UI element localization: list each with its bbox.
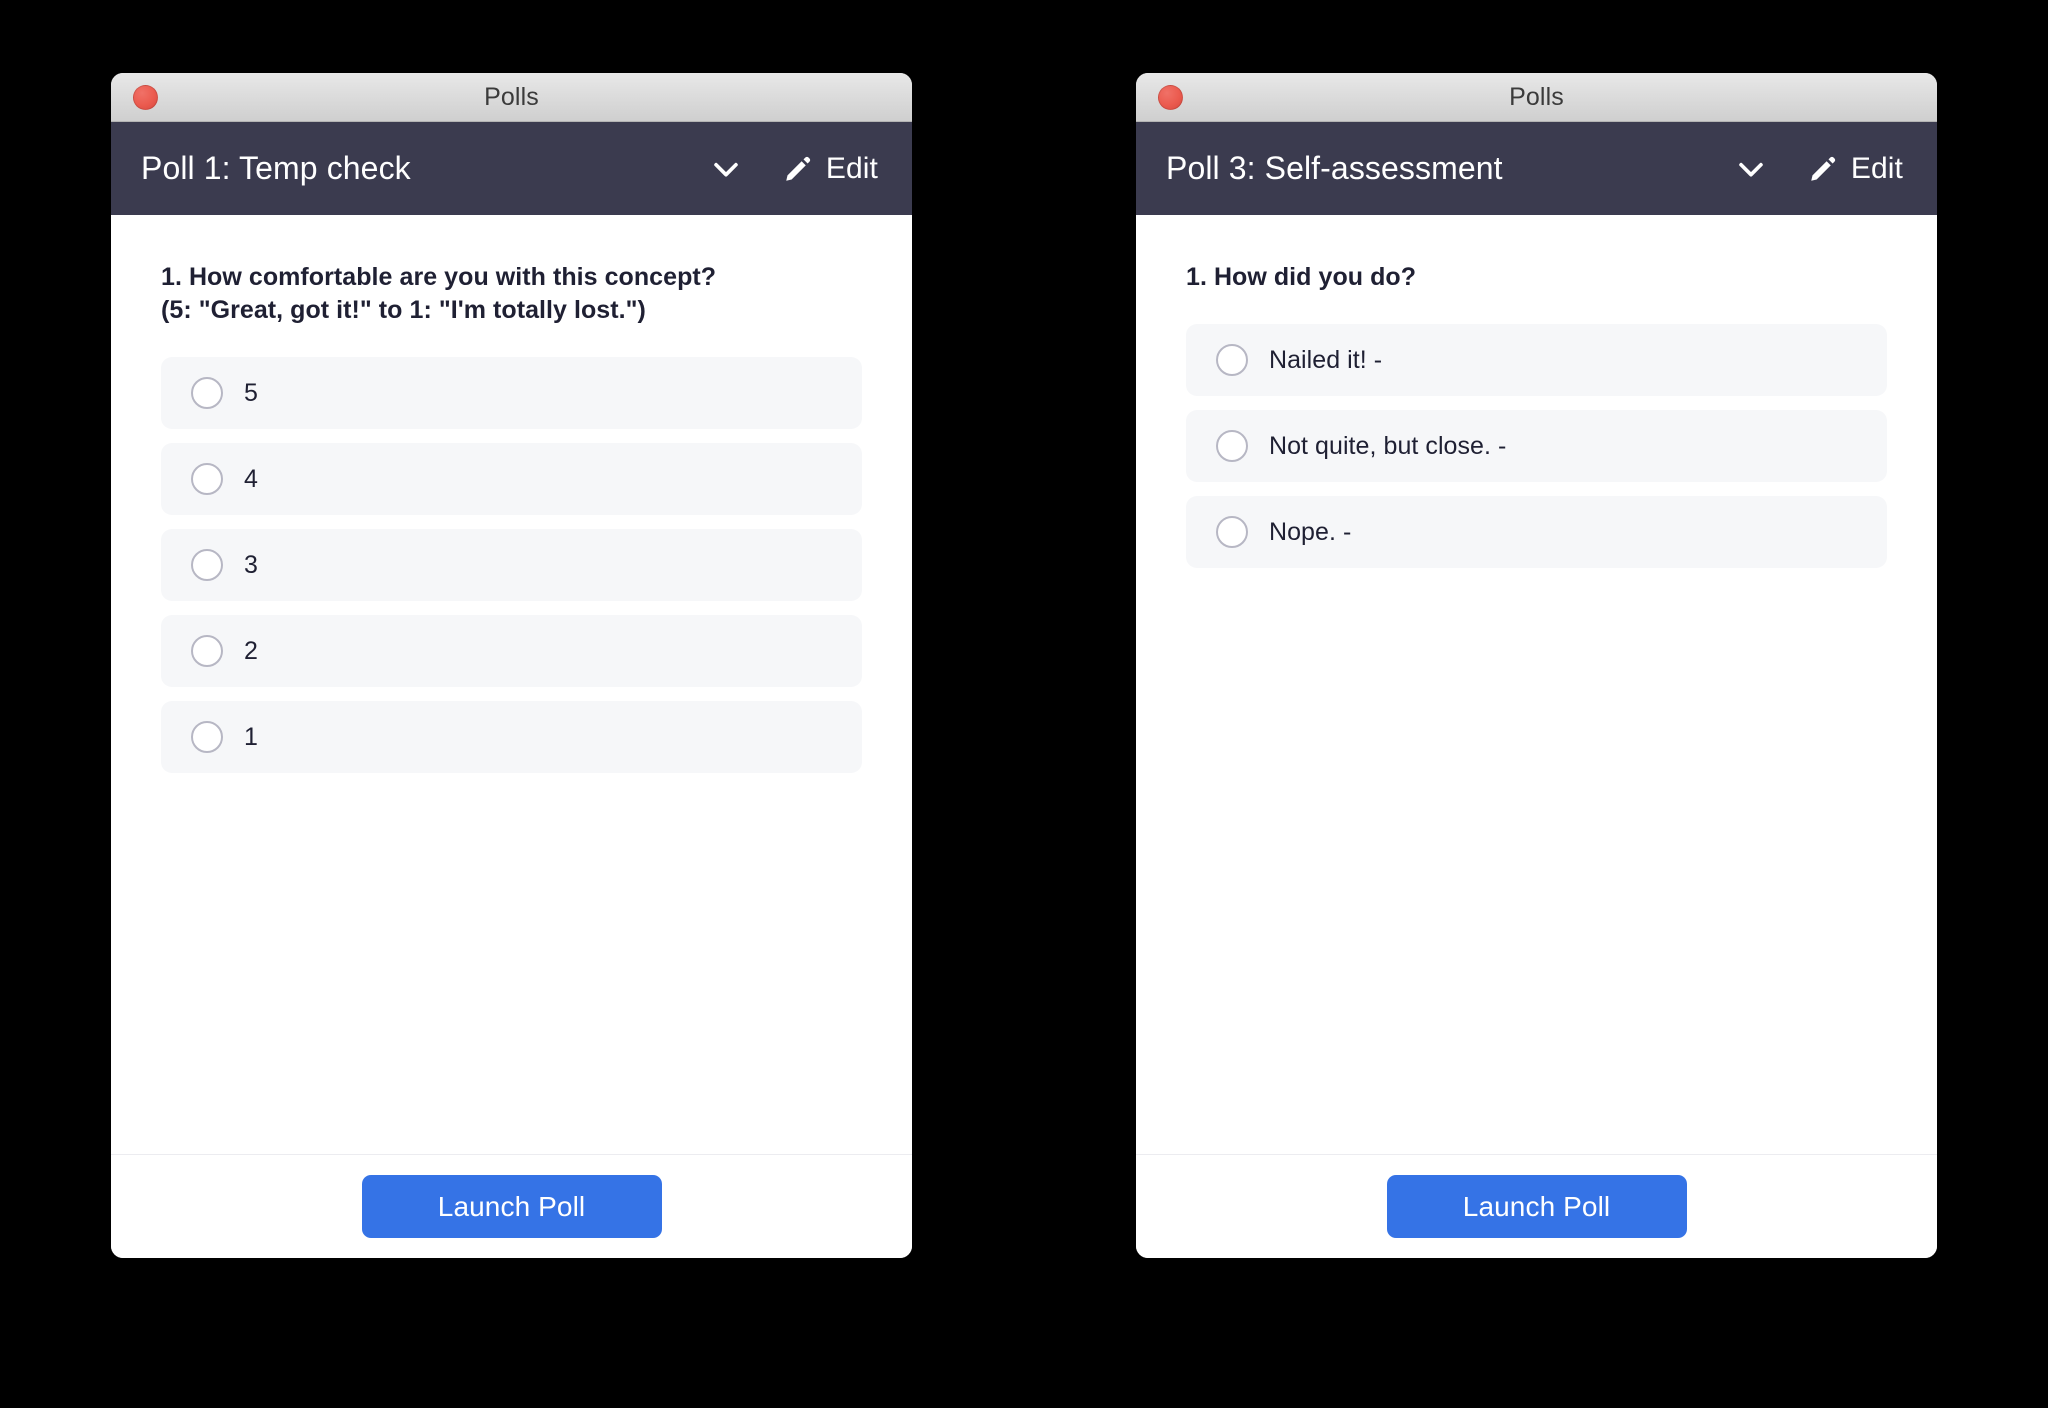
poll-option-label: 4	[244, 464, 258, 493]
poll-option-label: 5	[244, 378, 258, 407]
window-title: Polls	[484, 82, 539, 111]
poll-option-row[interactable]: Not quite, but close. -	[1186, 410, 1887, 482]
poll-option-row[interactable]: 3	[161, 529, 862, 601]
radio-button-icon[interactable]	[191, 635, 223, 667]
poll-option-label: 1	[244, 722, 258, 751]
poll-window-2: Polls Poll 3: Self-assessment Edit 1. Ho…	[1136, 73, 1937, 1258]
radio-button-icon[interactable]	[1216, 344, 1248, 376]
poll-selector-dropdown-button[interactable]	[695, 138, 757, 200]
radio-button-icon[interactable]	[191, 377, 223, 409]
edit-poll-button[interactable]: Edit	[1782, 122, 1937, 215]
pencil-icon	[1808, 154, 1838, 184]
poll-option-label: 3	[244, 550, 258, 579]
radio-button-icon[interactable]	[191, 721, 223, 753]
poll-options-list: 5 4 3 2 1	[161, 357, 862, 773]
radio-button-icon[interactable]	[191, 463, 223, 495]
edit-button-label: Edit	[1850, 151, 1903, 185]
poll-option-label: Not quite, but close. -	[1269, 431, 1507, 460]
poll-selector-dropdown-button[interactable]	[1720, 138, 1782, 200]
radio-button-icon[interactable]	[1216, 430, 1248, 462]
window-titlebar[interactable]: Polls	[111, 73, 912, 122]
poll-footer: Launch Poll	[111, 1154, 912, 1258]
poll-option-row[interactable]: Nailed it! -	[1186, 324, 1887, 396]
poll-window-1: Polls Poll 1: Temp check Edit 1. How com…	[111, 73, 912, 1258]
poll-option-label: 2	[244, 636, 258, 665]
poll-body: 1. How comfortable are you with this con…	[111, 215, 912, 1154]
poll-option-label: Nope. -	[1269, 517, 1352, 546]
window-titlebar[interactable]: Polls	[1136, 73, 1937, 122]
poll-title: Poll 1: Temp check	[141, 150, 411, 186]
close-traffic-light-icon[interactable]	[1158, 84, 1183, 110]
poll-option-row[interactable]: 5	[161, 357, 862, 429]
chevron-down-icon	[709, 152, 743, 186]
poll-question-text: 1. How did you do?	[1186, 263, 1417, 291]
pencil-icon	[783, 154, 813, 184]
desktop-background: Polls Poll 1: Temp check Edit 1. How com…	[0, 0, 2048, 1408]
poll-options-list: Nailed it! - Not quite, but close. - Nop…	[1186, 324, 1887, 568]
radio-button-icon[interactable]	[1216, 516, 1248, 548]
poll-title: Poll 3: Self-assessment	[1166, 150, 1503, 186]
poll-header-bar: Poll 1: Temp check Edit	[111, 122, 912, 215]
poll-option-row[interactable]: 4	[161, 443, 862, 515]
launch-poll-button[interactable]: Launch Poll	[1386, 1175, 1687, 1238]
poll-footer: Launch Poll	[1136, 1154, 1937, 1258]
close-traffic-light-icon[interactable]	[133, 84, 158, 110]
poll-option-row[interactable]: 2	[161, 615, 862, 687]
poll-option-row[interactable]: Nope. -	[1186, 496, 1887, 568]
radio-button-icon[interactable]	[191, 549, 223, 581]
chevron-down-icon	[1734, 152, 1768, 186]
launch-poll-button[interactable]: Launch Poll	[361, 1175, 662, 1238]
edit-button-label: Edit	[825, 151, 878, 185]
edit-poll-button[interactable]: Edit	[757, 122, 912, 215]
poll-option-label: Nailed it! -	[1269, 345, 1383, 374]
poll-option-row[interactable]: 1	[161, 701, 862, 773]
window-title: Polls	[1509, 82, 1564, 111]
poll-question-text: 1. How comfortable are you with this con…	[161, 263, 717, 324]
poll-body: 1. How did you do? Nailed it! - Not quit…	[1136, 215, 1937, 1154]
poll-header-bar: Poll 3: Self-assessment Edit	[1136, 122, 1937, 215]
